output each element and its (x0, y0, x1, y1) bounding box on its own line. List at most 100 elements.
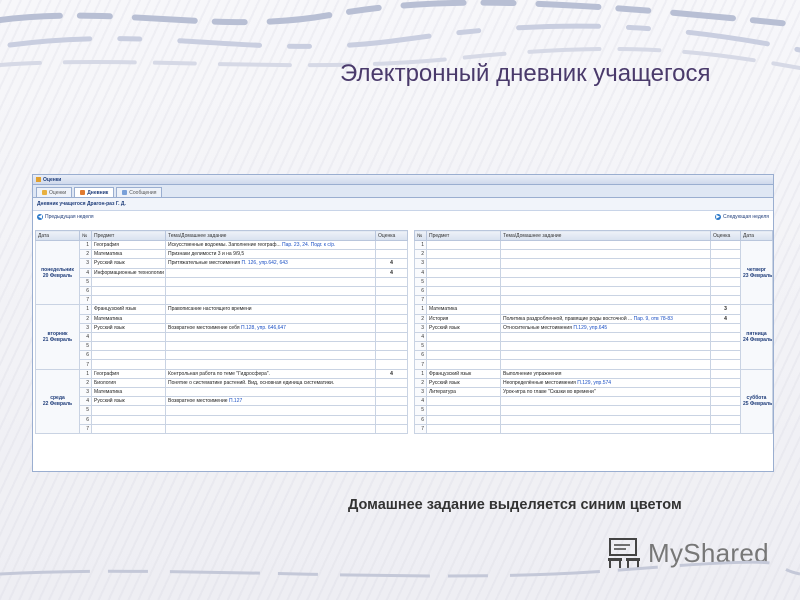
lesson-number: 4 (79, 331, 92, 343)
homework-link[interactable]: Пар. 9, отв 78-83 (634, 316, 673, 322)
column-header[interactable]: Тема/Домашнее задание (165, 230, 376, 241)
grade-cell[interactable] (375, 313, 408, 324)
day-cell: пятница 24 Февраль (740, 304, 773, 370)
grade-cell[interactable] (375, 386, 408, 398)
subject-cell (426, 239, 501, 251)
homework-link[interactable]: П.127 (229, 398, 242, 404)
grade-cell[interactable] (375, 239, 408, 251)
grade-cell[interactable] (710, 341, 741, 352)
homework-link[interactable]: П.128, упр. 646,647 (241, 325, 286, 331)
prev-week-button[interactable]: ◀ Предыдущая неделя (37, 214, 94, 220)
lesson-number: 5 (414, 276, 427, 287)
topic-text: Возвратное местоимение (168, 398, 228, 405)
grade-cell[interactable] (375, 331, 408, 343)
column-header[interactable]: Дата (740, 230, 773, 241)
next-week-button[interactable]: ▶ Следующая неделя (715, 214, 769, 220)
lesson-number: 4 (414, 331, 427, 343)
grade-cell[interactable] (710, 405, 741, 416)
topic-cell (165, 285, 376, 297)
prev-week-label: Предыдущая неделя (45, 214, 94, 220)
grade-cell[interactable] (375, 285, 408, 297)
column-header[interactable]: № (414, 230, 427, 241)
grade-cell[interactable]: 4 (375, 258, 408, 269)
grade-cell[interactable] (710, 423, 741, 434)
subject-cell: Математика (426, 304, 501, 315)
grade-cell[interactable] (710, 359, 741, 370)
lesson-number: 3 (414, 386, 427, 398)
lesson-number: 2 (414, 249, 427, 260)
grade-cell[interactable] (710, 295, 741, 306)
topic-cell: Искусственные водоемы. Заполнение геогра… (165, 239, 376, 251)
grade-cell[interactable] (375, 322, 408, 333)
grade-cell[interactable] (710, 267, 741, 278)
lesson-row: 3 Русский язык Притяжательные местоимения … (36, 258, 408, 269)
lesson-number: 2 (414, 313, 427, 324)
grade-cell[interactable] (710, 258, 741, 269)
topic-cell (500, 396, 711, 407)
grade-cell[interactable] (710, 368, 741, 379)
subject-cell (91, 414, 166, 425)
grade-cell[interactable] (375, 341, 408, 352)
homework-link[interactable]: П.129, упр.645 (573, 325, 607, 331)
grade-cell[interactable] (710, 331, 741, 343)
lesson-row: 5 (36, 405, 408, 416)
grade-cell[interactable]: 4 (710, 313, 741, 324)
topic-cell (500, 258, 711, 269)
topic-cell (500, 414, 711, 425)
topic-cell (500, 350, 711, 361)
column-header[interactable]: Оценка (710, 230, 741, 241)
grade-cell[interactable] (710, 396, 741, 407)
tab-diary[interactable]: Дневник (74, 187, 115, 197)
grade-cell[interactable] (375, 249, 408, 260)
grade-cell[interactable]: 3 (710, 304, 741, 315)
column-header[interactable]: № (79, 230, 92, 241)
subject-cell (426, 249, 501, 260)
diary-window: Оценки Оценки Дневник Сообщения Дневник … (32, 174, 774, 472)
subject-cell: История (426, 313, 501, 324)
lesson-row: 7 (36, 423, 408, 434)
grade-cell[interactable] (375, 359, 408, 370)
grade-cell[interactable] (710, 322, 741, 333)
grade-cell[interactable] (710, 285, 741, 297)
homework-link[interactable]: П.129, упр.574 (577, 380, 611, 386)
homework-link[interactable]: П. 126, упр.642, 643 (241, 260, 287, 266)
window-titlebar: Оценки (33, 175, 773, 185)
grade-cell[interactable] (710, 350, 741, 361)
lesson-number: 1 (414, 368, 427, 379)
column-header[interactable]: Тема/Домашнее задание (500, 230, 711, 241)
grade-cell[interactable] (710, 414, 741, 425)
lesson-row: 5 (36, 276, 408, 287)
grade-cell[interactable] (375, 423, 408, 434)
grade-cell[interactable]: 4 (375, 368, 408, 379)
subject-cell (91, 331, 166, 343)
grade-cell[interactable] (375, 396, 408, 407)
grade-cell[interactable] (375, 276, 408, 287)
grade-cell[interactable] (375, 377, 408, 389)
grade-cell[interactable] (710, 239, 741, 251)
tab-messages[interactable]: Сообщения (116, 187, 163, 197)
topic-cell: Притяжательные местоимения П. 126, упр.6… (165, 258, 376, 269)
grade-cell[interactable] (375, 414, 408, 425)
left-diary-table: Дата № Предмет Тема/Домашнее задание Оце… (35, 230, 408, 434)
topic-cell (500, 267, 711, 278)
grade-cell[interactable] (375, 350, 408, 361)
grade-cell[interactable] (375, 405, 408, 416)
subject-cell: Биология (91, 377, 166, 389)
tab-label: Сообщения (129, 189, 157, 196)
homework-link[interactable]: Пар. 23, 24. Подг. к с/р. (282, 242, 335, 248)
grade-cell[interactable] (375, 295, 408, 306)
column-header[interactable]: Дата (35, 230, 80, 241)
grade-cell[interactable]: 4 (375, 267, 408, 278)
grade-cell[interactable] (710, 377, 741, 389)
column-header[interactable]: Оценка (375, 230, 408, 241)
lesson-row: 6 (414, 350, 773, 361)
grade-cell[interactable] (710, 386, 741, 398)
column-header[interactable]: Предмет (426, 230, 501, 241)
tab-grades[interactable]: Оценки (36, 187, 73, 197)
window-icon (36, 177, 41, 182)
column-header[interactable]: Предмет (91, 230, 166, 241)
grade-cell[interactable] (710, 276, 741, 287)
date-label: 25 Февраль (743, 401, 773, 408)
grade-cell[interactable] (375, 304, 408, 315)
grade-cell[interactable] (710, 249, 741, 260)
